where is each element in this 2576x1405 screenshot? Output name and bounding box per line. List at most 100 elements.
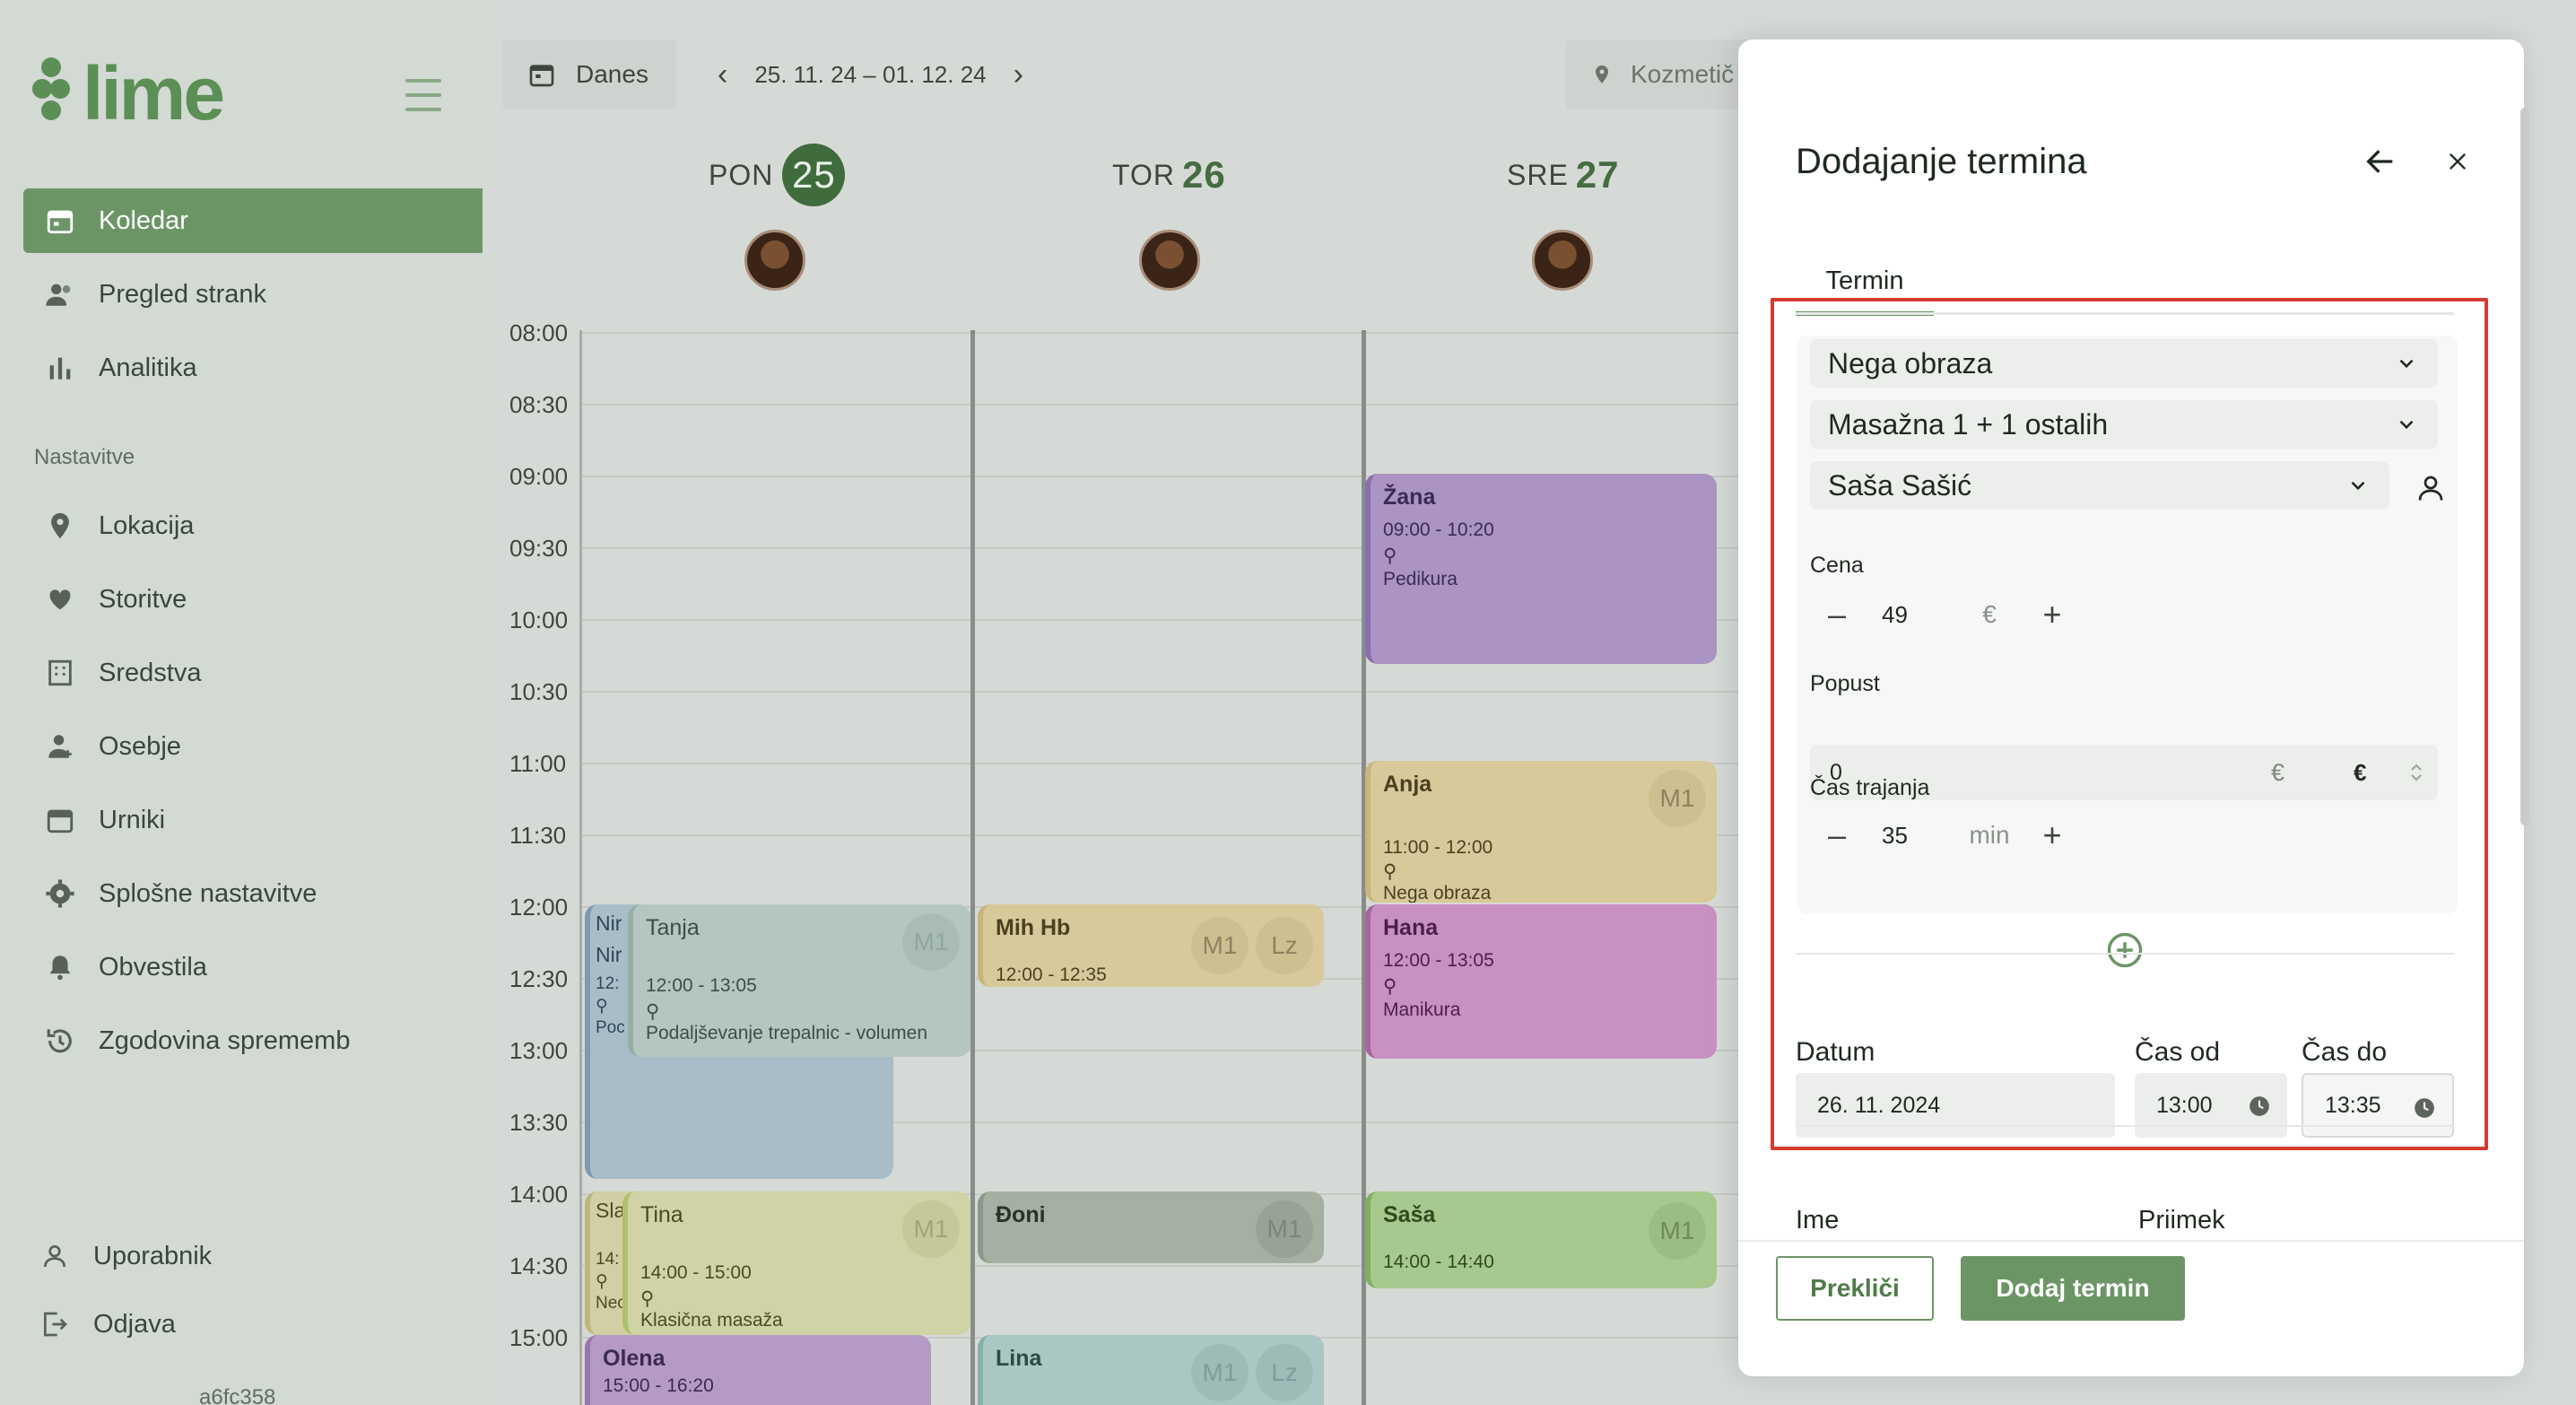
cancel-button[interactable]: Prekliči [1776, 1256, 1934, 1321]
day-header-sre[interactable]: SRE 27 [1507, 144, 1620, 206]
service-select[interactable]: Nega obraza [1810, 339, 2438, 388]
event-card[interactable]: Đoni M1 [978, 1191, 1324, 1263]
sidebar-item-koledar[interactable]: Koledar [23, 188, 483, 253]
lime-logo[interactable]: lime [32, 54, 225, 133]
day-header-tor[interactable]: TOR 26 [1112, 144, 1226, 206]
sidebar-item-label: Osebje [99, 731, 181, 761]
duration-stepper: – 35 min + [1810, 806, 2079, 865]
tab-termin[interactable]: Termin [1796, 251, 1934, 316]
day-number: 26 [1181, 153, 1226, 196]
sidebar-item-splosne-nastavitve[interactable]: Splošne nastavitve [23, 861, 483, 926]
person-icon[interactable] [2415, 472, 2447, 504]
price-label: Cena [1810, 553, 1864, 578]
menu-toggle-icon[interactable] [405, 79, 441, 111]
discount-label: Popust [1810, 671, 1880, 696]
time-from-input[interactable]: 13:00 [2135, 1073, 2287, 1138]
sidebar-item-osebje[interactable]: Osebje [23, 714, 483, 779]
sidebar-item-zgodovina-sprememb[interactable]: Zgodovina sprememb [23, 1008, 483, 1073]
sidebar-item-label: Urniki [99, 805, 166, 834]
duration-unit: min [1969, 821, 2010, 849]
chevron-right-icon[interactable]: › [1014, 57, 1023, 92]
sidebar-item-label: Uporabnik [93, 1241, 213, 1270]
sidebar-item-storitve[interactable]: Storitve [23, 567, 483, 632]
sidebar-item-label: Koledar [99, 205, 188, 235]
event-card[interactable]: Tina 14:00 - 15:00 ⚲ Klasična masaža M1 [622, 1191, 970, 1335]
event-card[interactable]: Olena 15:00 - 16:20 [585, 1335, 931, 1405]
hour-label: 09:30 [509, 535, 569, 562]
scrollbar[interactable] [2520, 108, 2529, 825]
event-service: Pedikura [1383, 569, 1458, 589]
sidebar-item-odjava[interactable]: Odjava [18, 1292, 477, 1357]
sidebar-item-obvestila[interactable]: Obvestila [23, 935, 483, 999]
logout-icon [38, 1307, 72, 1341]
sidebar-item-label: Splošne nastavitve [99, 878, 318, 908]
day-number: 27 [1575, 153, 1620, 196]
bell-icon [43, 950, 77, 984]
add-service-icon[interactable] [2106, 931, 2144, 969]
event-card[interactable]: Žana 09:00 - 10:20 ⚲ Pedikura [1365, 474, 1717, 664]
chevron-down-icon [2399, 420, 2414, 430]
minus-icon[interactable]: – [1810, 808, 1864, 862]
day-header-pon[interactable]: PON 25 [709, 144, 846, 206]
chevron-left-icon[interactable]: ‹ [718, 57, 727, 92]
hour-label: 13:00 [509, 1037, 569, 1064]
sidebar-item-urniki[interactable]: Urniki [23, 788, 483, 852]
sidebar-item-lokacija[interactable]: Lokacija [23, 493, 483, 558]
date-input[interactable]: 26. 11. 2024 [1796, 1073, 2115, 1138]
resource-badge: M1 [902, 1200, 960, 1258]
sidebar-item-label: Analitika [99, 353, 197, 382]
event-card[interactable]: Tanja 12:00 - 13:05 ⚲ Podaljševanje trep… [628, 904, 970, 1057]
event-card[interactable]: Hana 12:00 - 13:05 ⚲ Manikura [1365, 904, 1717, 1059]
hour-gridline [581, 691, 1747, 693]
hour-gridline [581, 404, 1747, 406]
time-to-input[interactable]: 13:35 [2302, 1073, 2454, 1138]
staff-avatar[interactable] [1139, 230, 1200, 291]
event-time: 11:00 - 12:00 [1383, 837, 1493, 858]
resource-badge: M1 [1649, 770, 1706, 827]
person-icon: ⚲ [640, 1288, 655, 1309]
plus-icon[interactable]: + [2025, 808, 2079, 862]
staff-avatar[interactable] [1532, 230, 1593, 291]
minus-icon[interactable]: – [1810, 588, 1864, 641]
hour-label: 15:00 [509, 1324, 569, 1351]
sidebar-item-analitika[interactable]: Analitika [23, 336, 483, 400]
location-pin-icon [43, 509, 77, 543]
calendar-icon [527, 60, 556, 89]
price-input[interactable]: 49 [1864, 601, 1954, 629]
today-label: Danes [576, 60, 648, 88]
close-icon[interactable] [2434, 138, 2481, 185]
event-time: 09:00 - 10:20 [1383, 519, 1494, 540]
resource-select[interactable]: Masažna 1 + 1 ostalih [1810, 400, 2438, 449]
sidebar-section-label: Nastavitve [34, 445, 135, 469]
hour-label: 14:30 [509, 1252, 569, 1279]
resource-badge: M1 [1191, 917, 1249, 974]
users-icon [43, 277, 77, 311]
sidebar-item-pregled-strank[interactable]: Pregled strank [23, 262, 483, 327]
hour-gridline [581, 332, 1747, 334]
discount-unit: € [2271, 758, 2285, 786]
plus-icon[interactable]: + [2025, 588, 2079, 641]
staff-avatar[interactable] [744, 230, 805, 291]
resource-select-value: Masažna 1 + 1 ostalih [1828, 407, 2109, 441]
event-card[interactable]: Anja 11:00 - 12:00 ⚲ Nega obraza M1 [1365, 761, 1717, 903]
sidebar-item-sredstva[interactable]: Sredstva [23, 641, 483, 705]
duration-input[interactable]: 35 [1864, 822, 1954, 850]
event-time: 14:00 - 14:40 [1383, 1252, 1494, 1272]
bar-chart-icon [43, 351, 77, 385]
arrow-back-icon[interactable] [2357, 138, 2404, 185]
event-service: Nega obraza [1383, 883, 1492, 903]
event-card[interactable]: Saša 14:00 - 14:40 M1 [1365, 1191, 1717, 1288]
event-card[interactable]: Mih Hb 12:00 - 12:35 M1 Lz [978, 904, 1324, 987]
location-filter-label: Kozmetič [1631, 60, 1735, 88]
sidebar-item-uporabnik[interactable]: Uporabnik [18, 1224, 477, 1288]
history-icon [43, 1024, 77, 1058]
time-from-value: 13:00 [2156, 1092, 2213, 1118]
heart-hand-icon [43, 582, 77, 616]
add-appointment-button[interactable]: Dodaj termin [1961, 1256, 2185, 1321]
sidebar-item-label: Pregled strank [99, 279, 266, 309]
service-select-value: Nega obraza [1828, 346, 1993, 380]
staff-icon [43, 729, 77, 764]
staff-select[interactable]: Saša Sašić [1810, 461, 2389, 510]
event-card[interactable]: Lina M1 Lz [978, 1335, 1324, 1405]
today-button[interactable]: Danes [502, 39, 676, 109]
